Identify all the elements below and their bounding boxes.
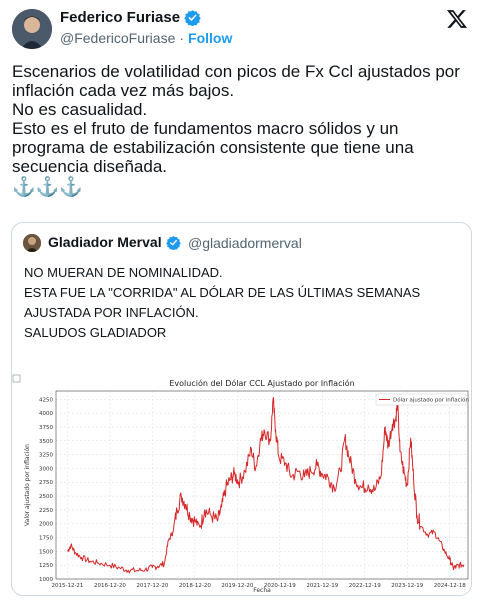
quote-chart-image[interactable]: Evolución del Dólar CCL Ajustado por Inf… [12,373,471,595]
quoted-tweet[interactable]: Gladiador Merval @gladiadormerval NO MUE… [11,222,472,596]
verified-badge-icon [165,235,181,250]
x-tick-label: 2018-12-20 [179,583,211,589]
x-logo-icon[interactable] [446,8,468,30]
y-tick-label: 3250 [39,453,53,459]
tweet-body: Escenarios de volatilidad con picos de F… [12,62,472,197]
follow-button[interactable]: Follow [188,30,232,46]
y-axis-label: Valor ajustado por inflación [24,444,31,526]
author-handle-row: @FedericoFuriase · Follow [60,30,232,46]
x-tick-label: 2023-12-19 [391,583,423,589]
tweet-line: programa de estabilización consistente q… [12,138,414,157]
author-name[interactable]: Federico Furiase [60,9,201,26]
chart-legend: Dólar ajustado por inflación [375,393,470,406]
tweet-line: secuencia diseñada. [12,157,168,176]
x-axis-label: Fecha [253,587,271,594]
y-tick-label: 3000 [39,466,53,472]
y-tick-label: 2750 [39,480,53,486]
quote-line: SALUDOS GLADIADOR [24,325,167,340]
y-tick-label: 3750 [39,425,53,431]
quote-author-name: Gladiador Merval [48,234,181,250]
quote-author-handle: @gladiadormerval [188,235,302,251]
x-tick-label: 2017-12-20 [136,583,168,589]
quote-line: AJUSTADA POR INFLACIÓN. [24,305,199,320]
line-chart: Evolución del Dólar CCL Ajustado por Inf… [12,374,470,594]
tweet-card: Federico Furiase @FedericoFuriase · Foll… [0,0,482,600]
x-tick-label: 2016-12-20 [94,583,126,589]
y-tick-label: 1500 [39,549,53,555]
y-tick-label: 2250 [39,508,53,514]
tweet-line: Escenarios de volatilidad con picos de F… [12,62,460,81]
chart-title: Evolución del Dólar CCL Ajustado por Inf… [169,378,354,388]
x-tick-label: 2024-12-18 [434,583,466,589]
separator-dot: · [179,30,185,46]
quote-line: ESTA FUE LA "CORRIDA" AL DÓLAR DE LAS ÚL… [24,285,421,300]
y-tick-label: 1250 [39,563,53,569]
legend-label: Dólar ajustado por inflación [393,397,470,404]
tweet-line: No es casualidad. [12,100,148,119]
tweet-line: inflación cada vez más bajos. [12,81,235,100]
y-tick-label: 2000 [39,522,53,528]
quote-author-avatar [23,234,41,252]
series-line [67,397,465,574]
y-tick-label: 1750 [39,536,53,542]
quote-line: NO MUERAN DE NOMINALIDAD. [24,265,223,280]
quote-author-name-text: Gladiador Merval [48,234,162,250]
y-axis-ticks: 1000125015001750200022502500275030003250… [39,397,53,583]
quote-body: NO MUERAN DE NOMINALIDAD. ESTA FUE LA "C… [24,263,454,343]
verified-badge-icon [184,10,201,26]
x-tick-label: 2021-12-19 [306,583,338,589]
author-handle[interactable]: @FedericoFuriase [60,30,175,46]
x-tick-label: 2022-12-19 [349,583,381,589]
author-avatar[interactable] [12,9,52,49]
y-tick-label: 4000 [39,411,53,417]
y-tick-label: 2500 [39,494,53,500]
x-tick-label: 2015-12-21 [51,583,83,589]
y-tick-label: 4250 [39,397,53,403]
x-tick-label: 2019-12-20 [221,583,253,589]
anchor-emojis: ⚓⚓⚓ [12,177,83,198]
author-name-text[interactable]: Federico Furiase [60,9,180,26]
tweet-line: Esto es el fruto de fundamentos macro só… [12,119,399,138]
image-corner-mark [12,374,21,383]
y-tick-label: 3500 [39,439,53,445]
